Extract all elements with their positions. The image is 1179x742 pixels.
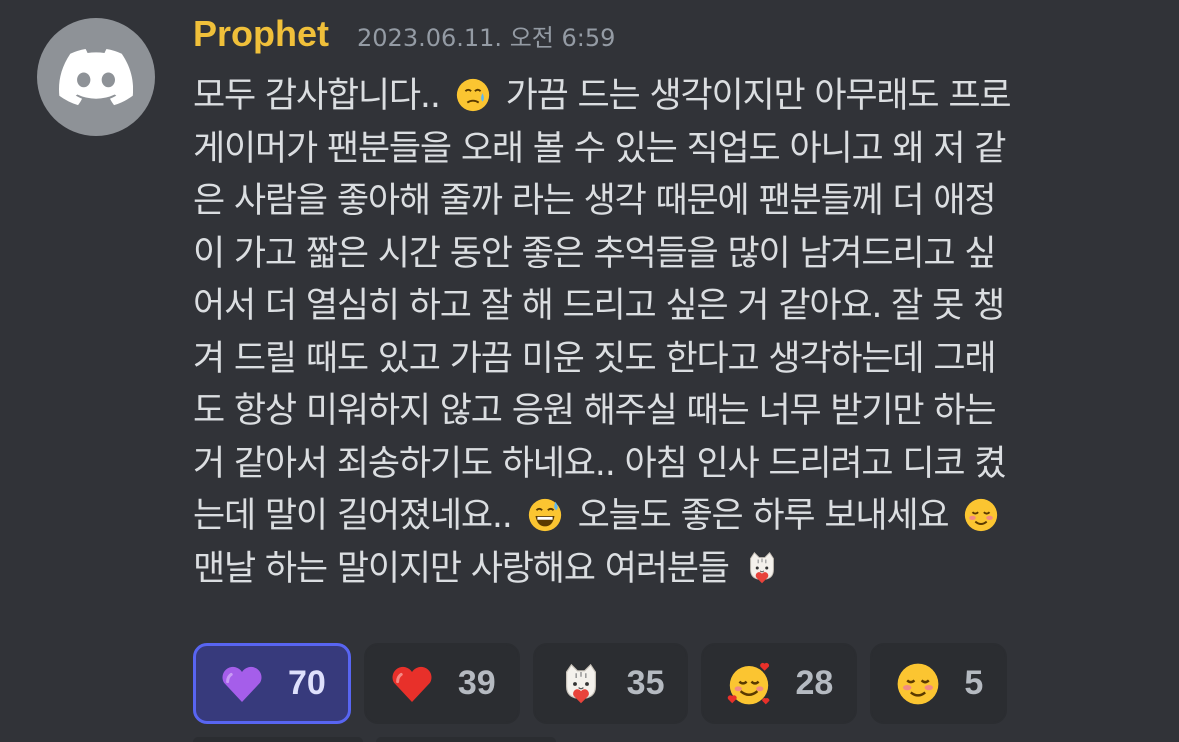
red-heart-icon <box>388 660 436 708</box>
message-text: 겨 드릴 때도 있고 가끔 미운 짓도 한다고 생각하는데 그래 <box>193 338 997 379</box>
reaction-button[interactable]: 5 <box>870 643 1008 724</box>
timestamp: 2023.06.11. 오전 6:59 <box>357 24 616 52</box>
username[interactable]: Prophet <box>193 10 329 58</box>
message-text: 이 가고 짧은 시간 동안 좋은 추억들을 많이 남겨드리고 싶 <box>193 233 997 274</box>
purple-heart-icon <box>218 660 266 708</box>
reaction-count: 28 <box>795 664 834 702</box>
smiling-blush-icon[interactable] <box>962 496 1000 534</box>
reaction-count: 70 <box>288 664 326 702</box>
discord-logo-icon <box>59 49 133 106</box>
message-text: 거 같아서 죄송하기도 하네요.. 아침 인사 드리려고 디코 켰 <box>193 443 1006 484</box>
message-line: 맨날 하는 말이지만 사랑해요 여러분들 <box>193 543 1153 596</box>
grinning-sweat-icon[interactable] <box>526 496 564 534</box>
message-line: 어서 더 열심히 하고 잘 해 드리고 싶은 거 같아요. 잘 못 챙 <box>193 280 1153 333</box>
message-line: 게이머가 팬분들을 오래 볼 수 있는 직업도 아니고 왜 저 같 <box>193 123 1153 176</box>
reactions-bar: 70 39 35 28 5 <box>193 643 1008 724</box>
smiling-blush-icon <box>894 660 942 708</box>
message-header: Prophet 2023.06.11. 오전 6:59 <box>193 10 615 58</box>
avatar[interactable] <box>37 18 155 136</box>
cat-heart-sticker-icon[interactable] <box>743 549 781 587</box>
message-text: 도 항상 미워하지 않고 응원 해주실 때는 너무 받기만 하는 <box>193 391 997 431</box>
cat-heart-sticker-icon <box>557 660 605 708</box>
reaction-button[interactable]: 70 <box>193 643 351 724</box>
reaction-button[interactable]: 35 <box>532 643 689 724</box>
reaction-count: 35 <box>626 664 665 702</box>
reaction-button[interactable]: 28 <box>701 643 858 724</box>
message-line: 겨 드릴 때도 있고 가끔 미운 짓도 한다고 생각하는데 그래 <box>193 333 1153 386</box>
message-text: 어서 더 열심히 하고 잘 해 드리고 싶은 거 같아요. 잘 못 챙 <box>193 286 1005 326</box>
message-text: 오늘도 좋은 하루 보내세요 <box>567 496 959 536</box>
more-reactions-row <box>193 737 556 742</box>
message-text: 맨날 하는 말이지만 사랑해요 여러분들 <box>193 548 739 589</box>
message-line: 모두 감사합니다.. 가끔 드는 생각이지만 아무래도 프로 <box>193 70 1153 123</box>
message-line: 이 가고 짧은 시간 동안 좋은 추억들을 많이 남겨드리고 싶 <box>193 228 1153 281</box>
message-text: 모두 감사합니다.. <box>193 76 450 116</box>
face-holding-back-tears-icon[interactable] <box>454 76 492 114</box>
message-text: 게이머가 팬분들을 오래 볼 수 있는 직업도 아니고 왜 저 같 <box>193 128 1006 169</box>
reaction-count: 5 <box>964 664 984 702</box>
message-line: 거 같아서 죄송하기도 하네요.. 아침 인사 드리려고 디코 켰 <box>193 438 1153 491</box>
message-text: 는데 말이 길어졌네요.. <box>193 496 522 536</box>
message-line: 는데 말이 길어졌네요.. 오늘도 좋은 하루 보내세요 <box>193 490 1153 543</box>
reaction-count: 39 <box>457 664 496 702</box>
message-text: 은 사람을 좋아해 줄까 라는 생각 때문에 팬분들께 더 애정 <box>193 181 997 221</box>
message-content: 모두 감사합니다.. 가끔 드는 생각이지만 아무래도 프로게이머가 팬분들을 … <box>193 70 1153 595</box>
smiling-face-with-hearts-icon <box>725 660 773 708</box>
message-line: 은 사람을 좋아해 줄까 라는 생각 때문에 팬분들께 더 애정 <box>193 175 1153 228</box>
message-line: 도 항상 미워하지 않고 응원 해주실 때는 너무 받기만 하는 <box>193 385 1153 438</box>
reaction-button[interactable]: 39 <box>363 643 520 724</box>
message-text: 가끔 드는 생각이지만 아무래도 프로 <box>495 76 1012 116</box>
